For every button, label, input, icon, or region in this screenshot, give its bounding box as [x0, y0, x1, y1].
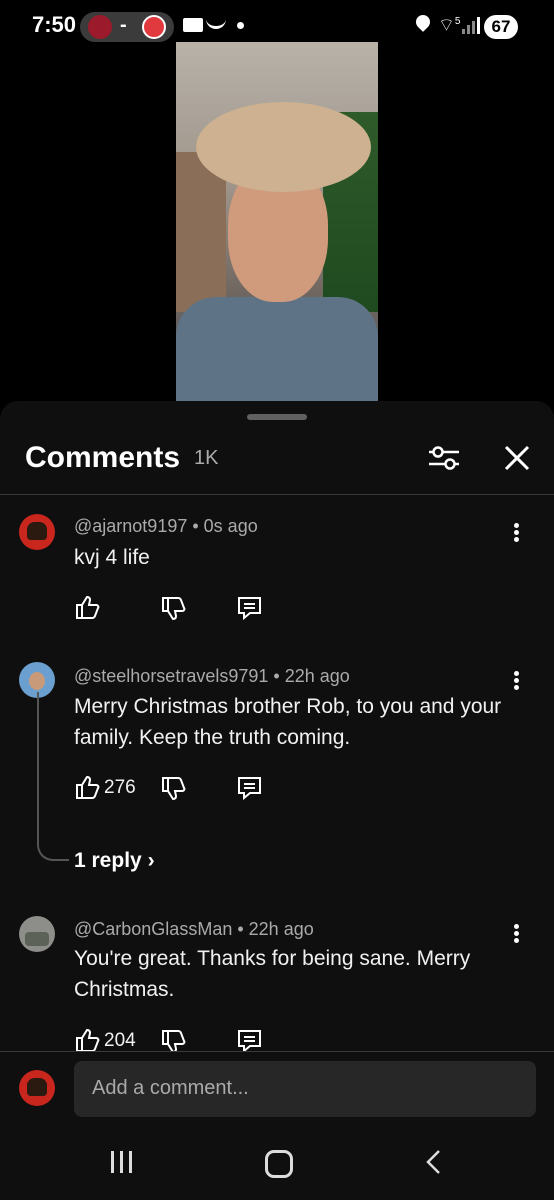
comments-sheet: Comments 1K @ajarnot9197 • 0s ago kvj 4 …	[0, 401, 554, 1200]
more-options-icon[interactable]	[511, 669, 521, 693]
comments-title: Comments	[25, 441, 181, 474]
thumbs-down-icon[interactable]	[160, 596, 186, 622]
comment-text: Merry Christmas brother Rob, to you and …	[74, 695, 502, 749]
comment-author[interactable]: @steelhorsetravels9791 • 22h ago	[74, 666, 350, 687]
thumbs-up-icon[interactable]	[74, 774, 100, 800]
avatar[interactable]	[19, 916, 55, 952]
chevron-right-icon: ›	[147, 849, 155, 872]
like-count: 276	[104, 777, 136, 798]
video-person-shirt	[176, 297, 378, 402]
comment-author[interactable]: @ajarnot9197 • 0s ago	[74, 516, 258, 537]
mail-icon	[183, 18, 203, 32]
live-score-pill[interactable]: -	[80, 12, 174, 42]
avatar[interactable]	[19, 514, 55, 550]
close-icon[interactable]	[502, 443, 532, 473]
more-options-icon[interactable]	[511, 922, 521, 946]
replies-toggle[interactable]: 1 reply ›	[74, 849, 155, 873]
reply-comment-icon[interactable]	[236, 775, 263, 801]
comment-text: kvj 4 life	[74, 546, 150, 569]
thumbs-down-icon[interactable]	[160, 776, 186, 802]
wifi-label: 5	[454, 16, 461, 27]
reply-comment-icon[interactable]	[236, 595, 263, 621]
thumbs-up-icon[interactable]	[74, 1027, 100, 1053]
comment-author[interactable]: @CarbonGlassMan • 22h ago	[74, 919, 314, 940]
video-person-hat	[196, 102, 371, 192]
heat-logo-icon	[88, 15, 112, 39]
bottom-divider	[0, 1051, 554, 1052]
more-options-icon[interactable]	[511, 521, 521, 545]
location-icon	[413, 12, 433, 32]
user-avatar[interactable]	[19, 1070, 55, 1106]
sort-filter-icon[interactable]	[427, 443, 461, 473]
battery-level: 67	[484, 15, 518, 39]
header-divider	[0, 494, 554, 495]
signal-icon	[462, 16, 482, 34]
back-icon[interactable]	[424, 1149, 444, 1175]
drag-handle[interactable]	[247, 414, 307, 420]
comments-count: 1K	[194, 447, 219, 469]
notification-dot-icon	[237, 22, 244, 29]
like-count: 204	[104, 1030, 136, 1051]
thumbs-up-icon[interactable]	[74, 594, 100, 620]
hawks-logo-icon	[142, 15, 166, 39]
home-icon[interactable]	[265, 1150, 293, 1178]
wifi-icon: ⌔5	[438, 15, 461, 35]
status-time: 7:50	[32, 12, 77, 37]
comment-text: You're great. Thanks for being sane. Mer…	[74, 947, 471, 1001]
amazon-icon	[206, 16, 226, 29]
recent-apps-icon[interactable]	[111, 1151, 135, 1173]
add-comment-input[interactable]: Add a comment...	[74, 1061, 536, 1117]
score-separator: -	[120, 14, 127, 36]
add-comment-placeholder: Add a comment...	[92, 1077, 249, 1099]
video-player[interactable]	[176, 42, 378, 402]
thread-line	[37, 692, 69, 861]
